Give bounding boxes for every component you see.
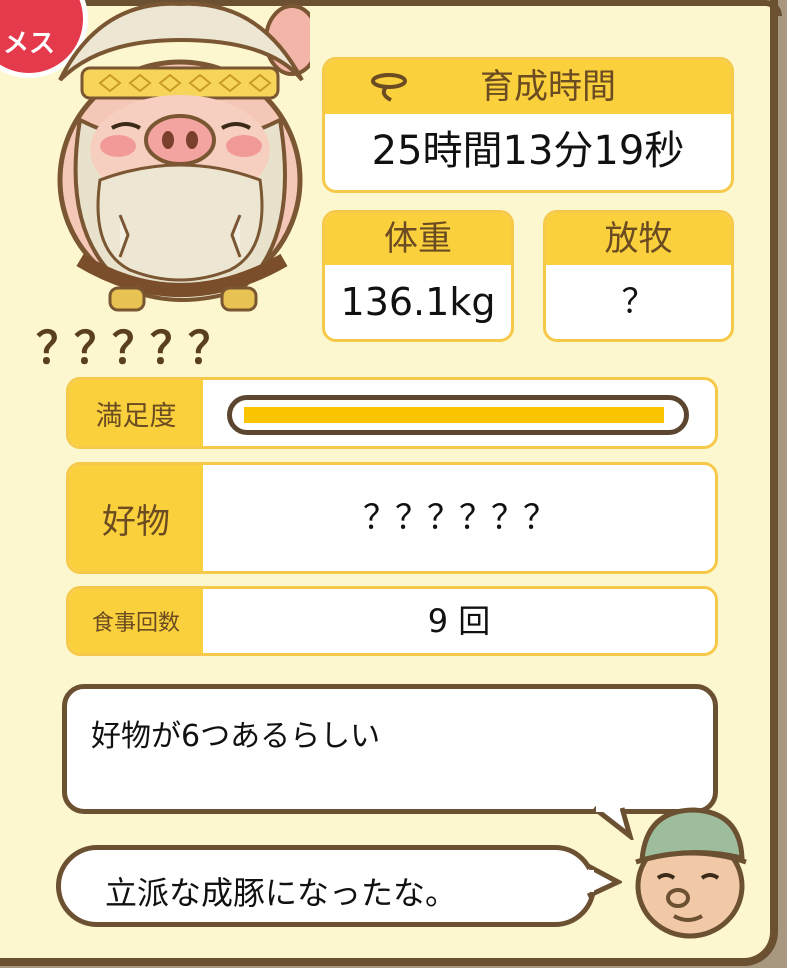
satisfaction-label: 満足度 <box>69 380 203 446</box>
raise-time-value: 25時間13分19秒 <box>371 128 685 174</box>
favorite-label: 好物 <box>69 465 203 571</box>
meals-value: 9 回 <box>427 602 491 640</box>
hint-text: 好物が6つあるらしい <box>91 719 381 754</box>
pasture-card: 放牧 ？ <box>543 210 734 342</box>
raise-time-label: 育成時間 <box>480 67 616 107</box>
weight-label: 体重 <box>325 213 511 265</box>
raise-time-header: 育成時間 <box>325 60 731 114</box>
pig-name: ？？？？？ <box>36 323 232 374</box>
farmer-avatar <box>635 807 747 939</box>
favorite-row: 好物 ？？？？？？ <box>66 462 718 574</box>
farmer-line: 立派な成豚になったな。 <box>105 874 458 912</box>
meals-row: 食事回数 9 回 <box>66 586 718 656</box>
lasso-icon <box>371 73 407 102</box>
satisfaction-bar-fill <box>244 407 664 423</box>
meals-label: 食事回数 <box>69 589 203 653</box>
farmer-bubble-tail <box>586 863 622 899</box>
favorite-value: ？？？？？？ <box>363 498 557 538</box>
farmer-bubble: 立派な成豚になったな。 <box>56 845 596 927</box>
raise-time-card: 育成時間 25時間13分19秒 <box>322 57 734 193</box>
pasture-label: 放牧 <box>546 213 731 265</box>
weight-card: 体重 136.1kg <box>322 210 514 342</box>
satisfaction-bar <box>227 395 689 435</box>
satisfaction-row: 満足度 <box>66 377 718 449</box>
pig-character-image <box>57 1 310 312</box>
weight-value: 136.1kg <box>340 280 496 324</box>
pasture-value: ？ <box>621 282 656 322</box>
hint-bubble: 好物が6つあるらしい <box>62 684 718 814</box>
